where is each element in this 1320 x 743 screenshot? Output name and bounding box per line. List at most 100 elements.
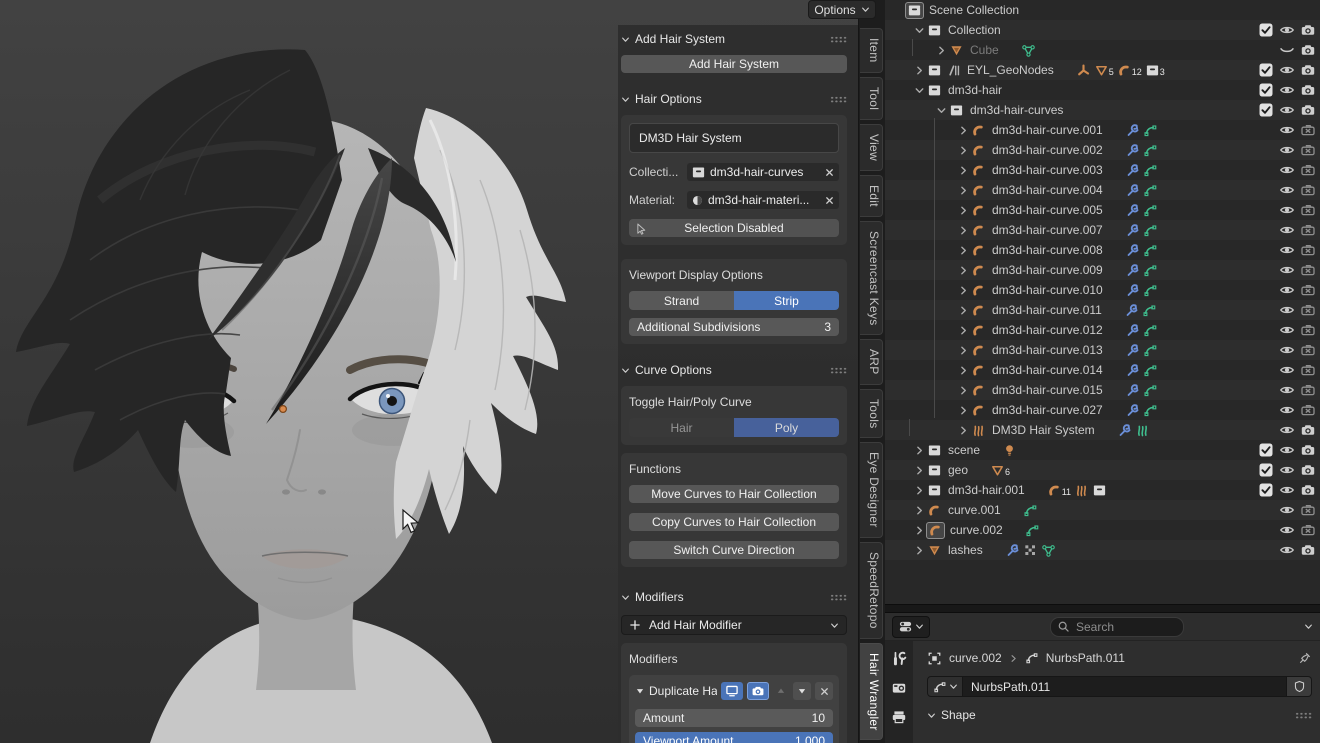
exclude-checkbox-icon[interactable] — [1259, 23, 1273, 37]
add-hair-modifier-dropdown[interactable]: Add Hair Modifier — [621, 615, 847, 635]
outliner-row[interactable]: dm3d-hair-curve.005 — [885, 200, 1320, 220]
datablock-browse-button[interactable] — [927, 676, 963, 697]
disclosure-right-icon[interactable] — [957, 224, 970, 237]
eye-visible-icon[interactable] — [1279, 522, 1295, 538]
outliner-row[interactable]: lashes — [885, 540, 1320, 560]
render-disabled-icon[interactable] — [1300, 242, 1316, 258]
outliner-item-label[interactable]: DM3D Hair System — [992, 423, 1095, 437]
add-hair-system-button[interactable]: Add Hair System — [621, 55, 847, 73]
sidebar-tab-speedretopo[interactable]: SpeedRetopo — [860, 542, 883, 639]
viewport-amount-slider[interactable]: Viewport Amount 1.000 — [635, 732, 833, 743]
outliner-row[interactable]: dm3d-hair-curve.007 — [885, 220, 1320, 240]
panel-grip[interactable] — [830, 367, 847, 374]
panel-header-modifiers[interactable]: Modifiers — [621, 589, 847, 605]
exclude-checkbox-icon[interactable] — [1259, 463, 1273, 477]
disclosure-right-icon[interactable] — [913, 444, 926, 457]
hair-toggle[interactable]: Hair — [629, 418, 734, 437]
sidebar-tab-tools[interactable]: Tools — [860, 389, 883, 439]
render-disabled-icon[interactable] — [1300, 122, 1316, 138]
disclosure-right-icon[interactable] — [913, 524, 926, 537]
outliner-row[interactable]: curve.001 — [885, 500, 1320, 520]
outliner-row[interactable]: Collection — [885, 20, 1320, 40]
disclosure-right-icon[interactable] — [957, 344, 970, 357]
outliner-row[interactable]: EYL_GeoNodes5123 — [885, 60, 1320, 80]
outliner-item-label[interactable]: dm3d-hair-curve.013 — [992, 343, 1103, 357]
outliner-item-label[interactable]: EYL_GeoNodes — [967, 63, 1054, 77]
sidebar-tab-eye-designer[interactable]: Eye Designer — [860, 442, 883, 538]
eye-visible-icon[interactable] — [1279, 282, 1295, 298]
editor-splitter[interactable] — [884, 604, 1320, 613]
render-disabled-icon[interactable] — [1300, 342, 1316, 358]
outliner-row[interactable]: dm3d-hair-curve.008 — [885, 240, 1320, 260]
poly-toggle[interactable]: Poly — [734, 418, 839, 437]
outliner-item-label[interactable]: dm3d-hair-curve.015 — [992, 383, 1103, 397]
disclosure-right-icon[interactable] — [957, 364, 970, 377]
render-disabled-icon[interactable] — [1300, 142, 1316, 158]
disclosure-right-icon[interactable] — [957, 284, 970, 297]
outliner-item-label[interactable]: geo — [948, 463, 968, 477]
eye-visible-icon[interactable] — [1279, 162, 1295, 178]
sidebar-tab-edit[interactable]: Edit — [860, 175, 883, 217]
disclosure-right-icon[interactable] — [957, 204, 970, 217]
eye-visible-icon[interactable] — [1279, 242, 1295, 258]
modifier-delete-button[interactable] — [815, 682, 833, 700]
eye-visible-icon[interactable] — [1279, 182, 1295, 198]
eye-visible-icon[interactable] — [1279, 482, 1295, 498]
outliner-row[interactable]: dm3d-hair-curve.014 — [885, 360, 1320, 380]
outliner-item-label[interactable]: dm3d-hair-curve.009 — [992, 263, 1103, 277]
sidebar-tab-item[interactable]: Item — [860, 28, 883, 73]
render-enabled-icon[interactable] — [1300, 82, 1316, 98]
outliner-row[interactable]: Cube — [885, 40, 1320, 60]
sidebar-tab-arp[interactable]: ARP — [860, 339, 883, 385]
fake-user-button[interactable] — [1287, 676, 1312, 697]
panel-grip[interactable] — [1295, 712, 1312, 719]
disclosure-right-icon[interactable] — [913, 64, 926, 77]
additional-subdivisions-slider[interactable]: Additional Subdivisions 3 — [629, 318, 839, 336]
outliner-item-label[interactable]: dm3d-hair.001 — [948, 483, 1025, 497]
output-tab-icon[interactable] — [891, 709, 907, 725]
render-enabled-icon[interactable] — [1300, 442, 1316, 458]
outliner-item-label[interactable]: dm3d-hair-curve.010 — [992, 283, 1103, 297]
outliner-row[interactable]: dm3d-hair-curve.001 — [885, 120, 1320, 140]
viewport-options-button[interactable]: Options — [808, 0, 876, 19]
disclosure-right-icon[interactable] — [935, 44, 948, 57]
disclosure-down-icon[interactable] — [913, 24, 926, 37]
render-disabled-icon[interactable] — [1300, 162, 1316, 178]
clear-icon[interactable] — [824, 195, 835, 206]
eye-visible-icon[interactable] — [1279, 362, 1295, 378]
render-enabled-icon[interactable] — [1300, 62, 1316, 78]
sidebar-tab-screencast-keys[interactable]: Screencast Keys — [860, 221, 883, 336]
exclude-checkbox-icon[interactable] — [1259, 483, 1273, 497]
disclosure-right-icon[interactable] — [913, 464, 926, 477]
render-enabled-icon[interactable] — [1300, 102, 1316, 118]
outliner-row[interactable]: scene — [885, 440, 1320, 460]
eye-visible-icon[interactable] — [1279, 502, 1295, 518]
selection-disabled-button[interactable]: Selection Disabled — [629, 219, 839, 237]
modifier-render-toggle[interactable] — [747, 682, 769, 700]
eye-visible-icon[interactable] — [1279, 202, 1295, 218]
outliner-row[interactable]: DM3D Hair System — [885, 420, 1320, 440]
render-tab-icon[interactable] — [891, 680, 907, 696]
outliner-item-label[interactable]: dm3d-hair — [948, 83, 1002, 97]
amount-slider[interactable]: Amount 10 — [635, 709, 833, 727]
outliner-row[interactable]: dm3d-hair-curves — [885, 100, 1320, 120]
eye-visible-icon[interactable] — [1279, 262, 1295, 278]
disclosure-right-icon[interactable] — [957, 424, 970, 437]
eye-visible-icon[interactable] — [1279, 22, 1295, 38]
outliner-item-label[interactable]: lashes — [948, 543, 983, 557]
disclosure-right-icon[interactable] — [957, 264, 970, 277]
outliner-row[interactable]: dm3d-hair.00111 — [885, 480, 1320, 500]
outliner-item-label[interactable]: dm3d-hair-curve.001 — [992, 123, 1103, 137]
outliner-row[interactable]: dm3d-hair-curve.010 — [885, 280, 1320, 300]
outliner-item-label[interactable]: dm3d-hair-curve.004 — [992, 183, 1103, 197]
modifier-move-up-button[interactable] — [773, 682, 789, 700]
panel-grip[interactable] — [830, 96, 847, 103]
render-disabled-icon[interactable] — [1300, 182, 1316, 198]
outliner-item-label[interactable]: Cube — [970, 43, 999, 57]
outliner-row[interactable]: dm3d-hair-curve.012 — [885, 320, 1320, 340]
switch-curve-direction-button[interactable]: Switch Curve Direction — [629, 541, 839, 559]
sidebar-tab-view[interactable]: View — [860, 124, 883, 171]
outliner-row[interactable]: dm3d-hair-curve.004 — [885, 180, 1320, 200]
disclosure-right-icon[interactable] — [957, 124, 970, 137]
exclude-checkbox-icon[interactable] — [1259, 103, 1273, 117]
